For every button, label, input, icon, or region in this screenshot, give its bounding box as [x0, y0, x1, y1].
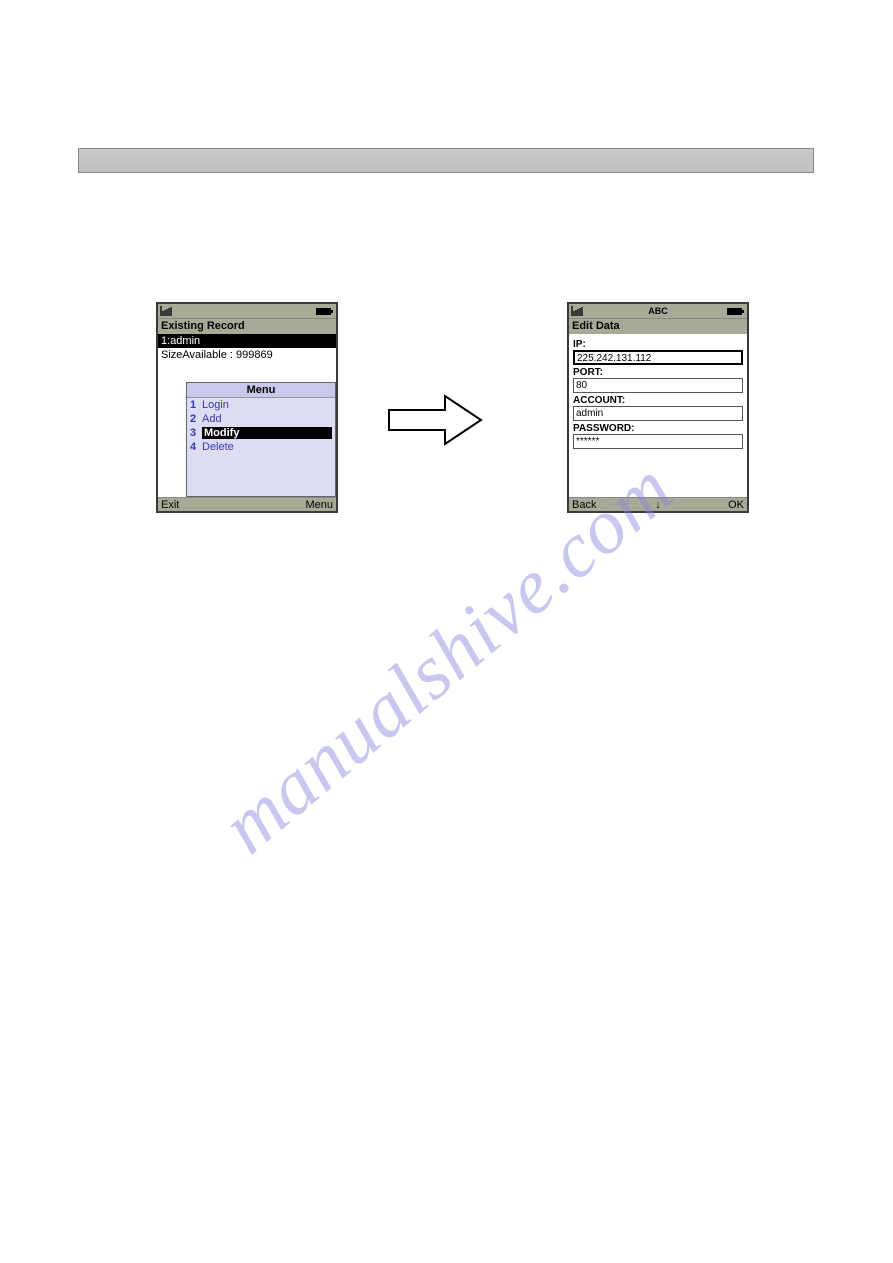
- menu-item-number: 4: [190, 441, 202, 453]
- signal-icon: [160, 306, 182, 316]
- menu-item-label: Modify: [202, 427, 332, 439]
- status-bar: ABC: [569, 304, 747, 318]
- phone-body: IP: 225.242.131.112 PORT: 80 ACCOUNT: ad…: [569, 334, 747, 497]
- header-bar: [78, 148, 814, 173]
- menu-item-delete[interactable]: 4 Delete: [187, 440, 335, 454]
- menu-item-login[interactable]: 1 Login: [187, 398, 335, 412]
- account-label: ACCOUNT:: [573, 395, 743, 406]
- battery-icon: [316, 307, 334, 316]
- menu-item-label: Login: [202, 399, 229, 411]
- popup-menu: Menu 1 Login 2 Add 3 Modify 4 Delete: [186, 382, 336, 497]
- menu-item-number: 2: [190, 413, 202, 425]
- record-item-selected[interactable]: 1:admin: [158, 334, 336, 348]
- phone-screen-existing-record: Existing Record 1:admin SizeAvailable : …: [156, 302, 338, 513]
- softkey-bar: Back ↓ OK: [569, 497, 747, 511]
- battery-icon: [727, 307, 745, 316]
- menu-item-number: 3: [190, 427, 202, 439]
- softkey-bar: Exit Menu: [158, 497, 336, 511]
- menu-item-add[interactable]: 2 Add: [187, 412, 335, 426]
- account-field[interactable]: admin: [573, 406, 743, 421]
- menu-item-label: Add: [202, 413, 222, 425]
- phone-body: 1:admin SizeAvailable : 999869 Menu 1 Lo…: [158, 334, 336, 497]
- arrow-icon: [387, 392, 485, 448]
- input-mode-indicator: ABC: [648, 306, 668, 316]
- phone-screen-edit-data: ABC Edit Data IP: 225.242.131.112 PORT: …: [567, 302, 749, 513]
- menu-item-number: 1: [190, 399, 202, 411]
- menu-header: Menu: [187, 383, 335, 398]
- menu-item-label: Delete: [202, 441, 234, 453]
- port-field[interactable]: 80: [573, 378, 743, 393]
- softkey-right-ok[interactable]: OK: [728, 499, 744, 511]
- window-title: Existing Record: [158, 318, 336, 334]
- signal-icon: [571, 306, 593, 316]
- softkey-left-exit[interactable]: Exit: [161, 499, 179, 511]
- password-label: PASSWORD:: [573, 423, 743, 434]
- softkey-right-menu[interactable]: Menu: [305, 499, 333, 511]
- port-label: PORT:: [573, 367, 743, 378]
- ip-field[interactable]: 225.242.131.112: [573, 350, 743, 365]
- size-available-text: SizeAvailable : 999869: [158, 348, 336, 362]
- password-field[interactable]: ******: [573, 434, 743, 449]
- softkey-left-back[interactable]: Back: [572, 499, 596, 511]
- softkey-center-down[interactable]: ↓: [655, 499, 661, 511]
- status-bar: [158, 304, 336, 318]
- ip-label: IP:: [573, 339, 743, 350]
- window-title: Edit Data: [569, 318, 747, 334]
- menu-item-modify[interactable]: 3 Modify: [187, 426, 335, 440]
